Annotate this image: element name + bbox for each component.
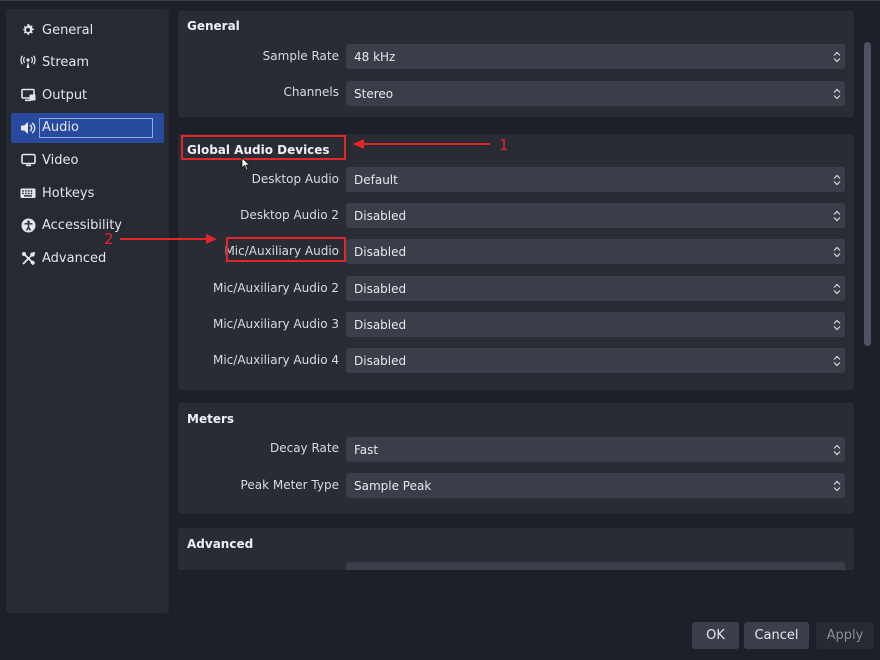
annotation-arrows (120, 139, 490, 244)
mouse-cursor-icon (241, 157, 251, 171)
annotation-number-1: 1 (499, 136, 509, 154)
annotation-number-2: 2 (104, 230, 114, 248)
